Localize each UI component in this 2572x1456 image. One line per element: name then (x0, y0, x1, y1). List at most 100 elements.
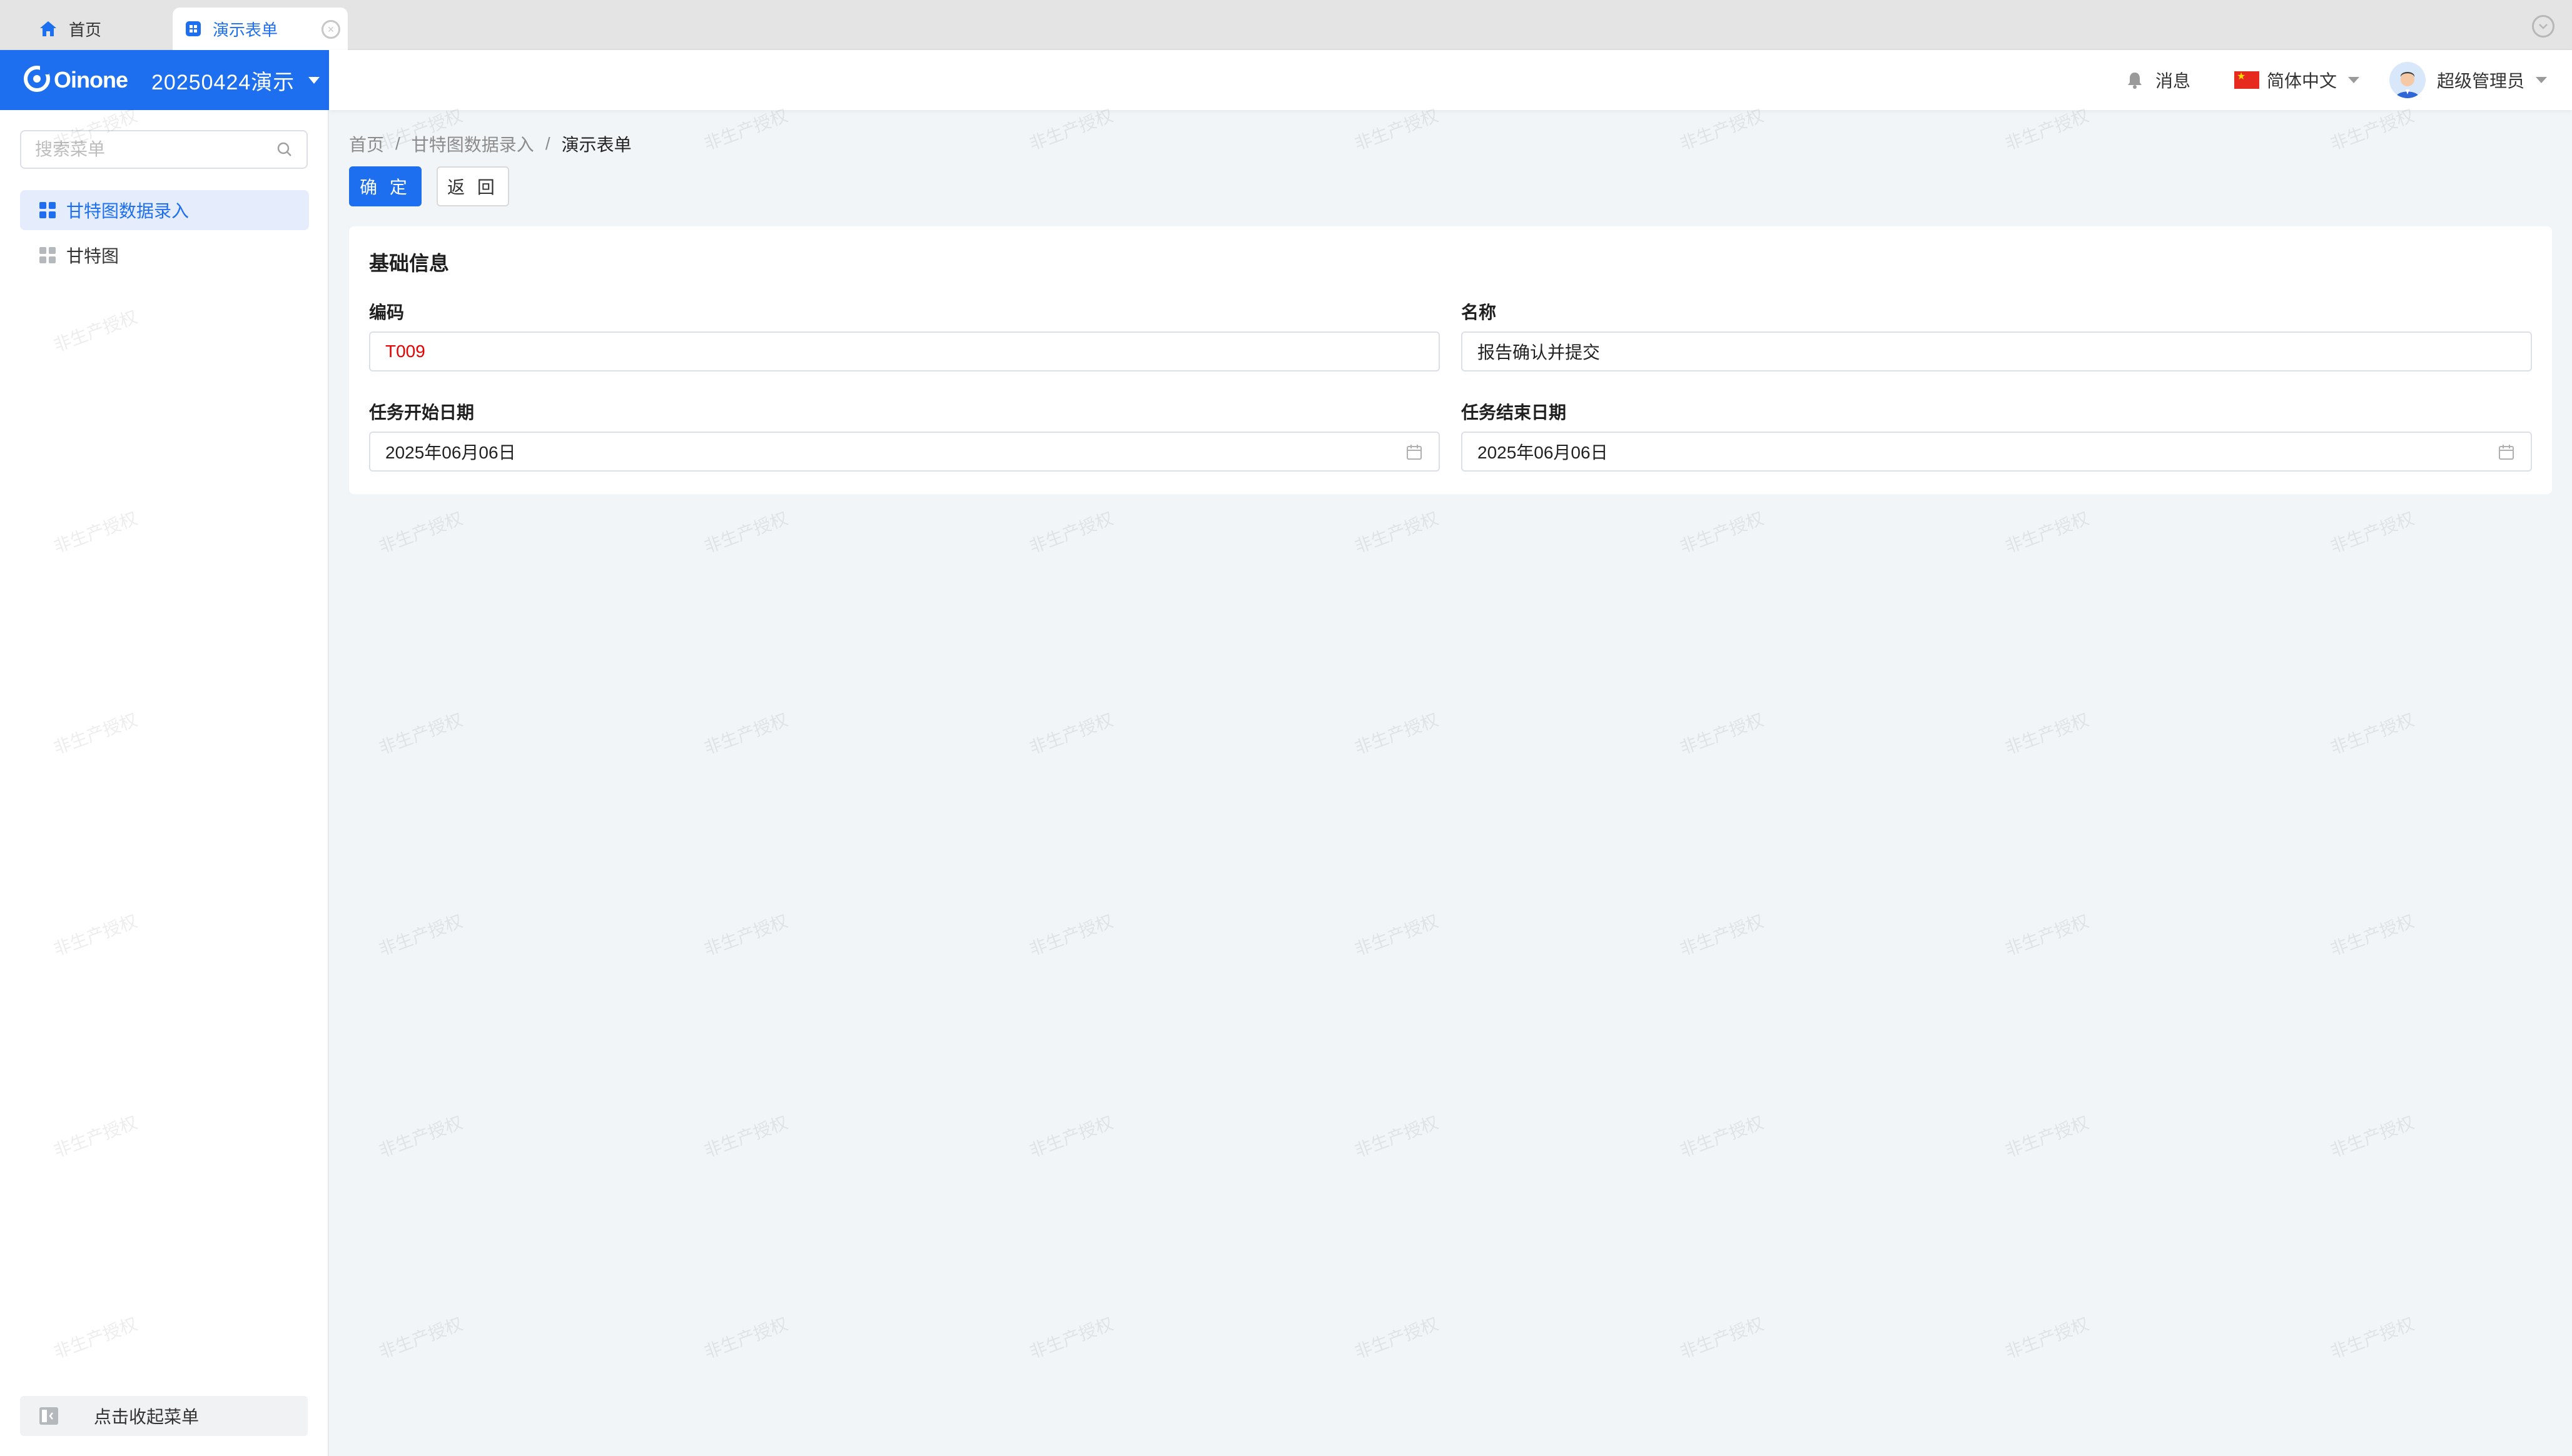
watermark-text: 非生产授权 (376, 1313, 465, 1362)
code-field[interactable]: T009 (369, 331, 1440, 372)
caret-down-icon (2536, 77, 2547, 83)
watermark-text: 非生产授权 (701, 1112, 791, 1161)
watermark-text: 非生产授权 (2002, 1313, 2092, 1362)
start-date-label: 任务开始日期 (369, 403, 475, 422)
watermark-text: 非生产授权 (1026, 709, 1116, 758)
watermark: 非生产授权 非生产授权 非生产授权 非生产授权 非生产授权 非生产授权 非生产授权 非生产授权… (0, 0, 2572, 1456)
watermark-text: 非生产授权 (1352, 1313, 1441, 1362)
caret-down-icon (2348, 77, 2359, 83)
watermark-text: 非生产授权 (2002, 1112, 2092, 1161)
start-date-field[interactable]: 2025年06月06日 (369, 432, 1440, 472)
messages-label: 消息 (2155, 71, 2190, 91)
breadcrumb-separator: / (545, 134, 550, 153)
china-flag-icon (2234, 70, 2259, 89)
sidebar-item-label: 甘特图 (66, 246, 119, 266)
calendar-icon[interactable] (1406, 444, 1422, 460)
language-label: 简体中文 (2266, 71, 2337, 91)
chevron-down-icon[interactable] (2532, 15, 2554, 38)
bell-icon (2127, 71, 2143, 89)
search-input[interactable] (35, 139, 276, 159)
language-switcher[interactable]: 简体中文 (2234, 50, 2359, 110)
section-title: 基础信息 (369, 252, 450, 275)
watermark-text: 非生产授权 (1677, 911, 1766, 959)
tab-home-label: 首页 (69, 20, 102, 39)
sidebar-collapse-icon (39, 1407, 59, 1425)
sidebar-item-label: 甘特图数据录入 (66, 201, 190, 221)
app-name: 20250424演示 (151, 70, 295, 94)
search-icon[interactable] (276, 141, 293, 158)
collapse-menu-label: 点击收起菜单 (94, 1407, 200, 1427)
watermark-text: 非生产授权 (701, 709, 791, 758)
watermark-text: 非生产授权 (1677, 1112, 1766, 1161)
top-header: 消息 简体中文 超级管理员 (329, 50, 2572, 110)
watermark-text: 非生产授权 (1352, 105, 1441, 154)
watermark-text: 非生产授权 (376, 911, 465, 959)
watermark-text: 非生产授权 (2327, 508, 2417, 557)
tab-demo-form-label: 演示表单 (213, 20, 278, 39)
watermark-text: 非生产授权 (376, 709, 465, 758)
breadcrumb-home[interactable]: 首页 (349, 131, 384, 156)
sidebar-item-gantt-data-entry[interactable]: 甘特图数据录入 (20, 190, 309, 230)
watermark-text: 非生产授权 (1026, 911, 1116, 959)
user-name: 超级管理员 (2436, 71, 2524, 91)
tab-demo-form[interactable]: 演示表单 × (173, 8, 348, 50)
watermark-text: 非生产授权 (1677, 508, 1766, 557)
watermark-text: 非生产授权 (2327, 1313, 2417, 1362)
watermark-text: 非生产授权 (2327, 911, 2417, 959)
watermark-text: 非生产授权 (2002, 709, 2092, 758)
sidebar: 甘特图数据录入 甘特图 点击收起菜单 (0, 110, 329, 1456)
watermark-text: 非生产授权 (701, 105, 791, 154)
watermark-text: 非生产授权 (1677, 105, 1766, 154)
watermark-text: 非生产授权 (701, 911, 791, 959)
home-icon (39, 20, 58, 38)
caret-down-icon (308, 76, 320, 84)
collapse-menu-button[interactable]: 点击收起菜单 (20, 1396, 308, 1436)
code-label: 编码 (369, 303, 405, 322)
watermark-text: 非生产授权 (1352, 508, 1441, 557)
avatar (2389, 62, 2426, 98)
breadcrumb-gantt-data-entry[interactable]: 甘特图数据录入 (412, 131, 534, 156)
watermark-text: 非生产授权 (1352, 911, 1441, 959)
watermark-text: 非生产授权 (1352, 709, 1441, 758)
back-button[interactable]: 返 回 (437, 166, 509, 206)
sidebar-item-gantt[interactable]: 甘特图 (20, 235, 309, 275)
end-date-field[interactable]: 2025年06月06日 (1461, 432, 2532, 472)
breadcrumb-separator: / (395, 134, 400, 153)
breadcrumb: 首页 / 甘特图数据录入 / 演示表单 (349, 131, 632, 156)
watermark-text: 非生产授权 (1026, 105, 1116, 154)
form-icon (185, 21, 201, 37)
watermark-text: 非生产授权 (2002, 508, 2092, 557)
end-date-label: 任务结束日期 (1461, 403, 1567, 422)
watermark-text: 非生产授权 (2327, 1112, 2417, 1161)
watermark-text: 非生产授权 (1677, 1313, 1766, 1362)
watermark-text: 非生产授权 (376, 508, 465, 557)
name-value: 报告确认并提交 (1477, 343, 1601, 362)
watermark-text: 非生产授权 (2002, 105, 2092, 154)
messages-button[interactable]: 消息 (2127, 50, 2190, 110)
watermark-text: 非生产授权 (701, 1313, 791, 1362)
start-date-value: 2025年06月06日 (385, 443, 516, 462)
watermark-text: 非生产授权 (1677, 709, 1766, 758)
breadcrumb-current: 演示表单 (561, 135, 632, 154)
watermark-text: 非生产授权 (1026, 508, 1116, 557)
user-menu[interactable]: 超级管理员 (2389, 50, 2547, 110)
calendar-icon[interactable] (2498, 444, 2514, 460)
brand-logo-text: Oinone (54, 67, 128, 93)
confirm-button[interactable]: 确 定 (349, 166, 422, 206)
end-date-value: 2025年06月06日 (1477, 443, 1608, 462)
grid-icon (39, 246, 56, 264)
app-switcher[interactable]: Oinone 20250424演示 (0, 50, 329, 110)
watermark-text: 非生产授权 (1026, 1112, 1116, 1161)
watermark-text: 非生产授权 (2002, 911, 2092, 959)
menu-search (20, 130, 308, 169)
watermark-text: 非生产授权 (2327, 709, 2417, 758)
tab-bar: 首页 演示表单 × (0, 0, 2572, 50)
watermark-text: 非生产授权 (2327, 105, 2417, 154)
name-field[interactable]: 报告确认并提交 (1461, 331, 2532, 372)
tab-home[interactable]: 首页 (25, 8, 163, 50)
code-value: T009 (385, 341, 425, 361)
oinone-logo-icon (23, 64, 51, 96)
name-label: 名称 (1461, 303, 1497, 322)
grid-icon (39, 201, 56, 219)
close-icon[interactable]: × (322, 20, 340, 39)
